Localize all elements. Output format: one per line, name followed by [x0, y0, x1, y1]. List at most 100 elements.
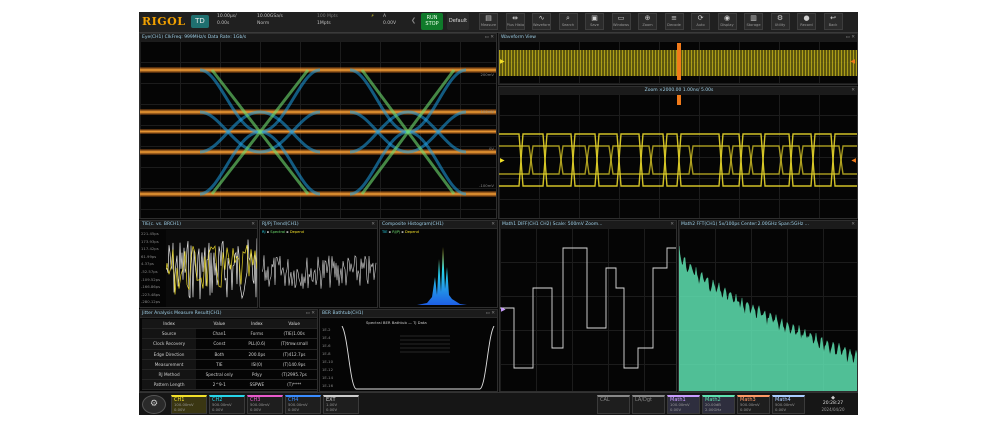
collapse-icon[interactable]: ❮ — [411, 17, 416, 24]
run-stop-button[interactable]: RUN STOP — [421, 13, 443, 30]
timebase-offset[interactable]: 0.00s — [217, 21, 229, 26]
math-math1-box[interactable]: Math1 100.00mV 0.00V — [667, 395, 700, 414]
trigger-level-icon[interactable]: ◀ — [851, 157, 856, 164]
measure-result-panel[interactable]: Jitter Analysis Measure Result(CH1) ▭ ✕ I… — [139, 309, 318, 392]
autoset-icon: ⟳ — [697, 14, 704, 22]
histo-title: Composite Histogram(CH1) ✕ — [380, 221, 497, 229]
waveform-view-panel[interactable]: Waveform View ▭ ✕ ◀ ▶ — [498, 33, 858, 85]
channel-offset: 0.00V — [250, 406, 262, 412]
tie-panel[interactable]: TIE(c. vs. BRCH1) ✕ 221.45ps 173.93ps 117.4… — [139, 220, 258, 308]
window-controls-icon[interactable]: ✕ — [851, 221, 855, 228]
tie-plot — [166, 230, 257, 307]
toolbar-button-label: Storage — [746, 23, 761, 27]
home-menu-icon[interactable]: ⚙ — [142, 395, 166, 414]
channel-ch2-box[interactable]: CH2 500.00mV 0.00V — [209, 395, 245, 414]
zoom-view-panel[interactable]: Zoom ×2000.00 1.00ns/ 5.00s ✕ ▶ ◀ — [498, 86, 858, 219]
y-axis-label: -100mV — [479, 183, 494, 188]
legend-rj: RJ — [262, 230, 266, 234]
cursor-button[interactable]: ⇹ Plus Histo — [505, 13, 525, 30]
trigger-level[interactable]: 0.00V — [383, 21, 396, 26]
toolbar-button-label: Plus Histo — [506, 23, 524, 27]
math-math3-box[interactable]: Math3 500.00mV 0.00V — [737, 395, 770, 414]
memory-points[interactable]: 1Mpts — [317, 21, 331, 26]
trigger-marker-icon[interactable]: ◀ — [850, 58, 855, 65]
math1-offset-icon[interactable]: ▶ — [501, 306, 506, 313]
math-offset: 0.00V — [740, 406, 752, 412]
window-controls-icon[interactable]: ✕ — [371, 221, 375, 228]
window-controls-icon[interactable]: ✕ — [670, 221, 674, 228]
acq-mode[interactable]: Norm — [257, 21, 269, 26]
sample-rate[interactable]: 10.00GSa/s — [257, 14, 283, 19]
math-cal-box[interactable]: CAL — [597, 395, 630, 414]
search-button[interactable]: ⌕ Search — [558, 13, 578, 30]
decode-button[interactable]: ≡ Decode — [664, 13, 684, 30]
toolbar-button-label: Auto — [696, 23, 705, 27]
autoset-button[interactable]: ⟳ Auto — [691, 13, 710, 30]
math-math4-box[interactable]: Math4 500.00mV 0.00V — [772, 395, 805, 414]
legend-tj: Tj Data — [413, 320, 427, 325]
histogram-panel[interactable]: Composite Histogram(CH1) ✕ TIE ▪ RJ/Pj ▪ … — [379, 220, 498, 308]
mode-badge[interactable]: TD — [191, 15, 209, 28]
timebase-scale[interactable]: 10.00μs/ — [217, 14, 237, 19]
window-controls-icon[interactable]: ✕ — [251, 221, 255, 228]
y-axis-label: 1E-10 — [322, 359, 334, 364]
measure-button[interactable]: ▤ Measure — [479, 13, 498, 30]
back-button[interactable]: ↩ Back — [823, 13, 843, 30]
window-controls-icon[interactable]: ▭ ✕ — [486, 310, 495, 317]
trend-panel[interactable]: RJ/Pj Trend(CH1) ✕ RJ ▪ Spectral ▪ Depend — [259, 220, 378, 308]
ber-bathtub-panel[interactable]: BER Bathtub(CH1) ▭ ✕ Spectral BER Bathtub… — [319, 309, 498, 392]
window-controls-icon[interactable]: ✕ — [491, 221, 495, 228]
y-axis-label: 1E-4 — [322, 335, 331, 340]
header-value: Value — [196, 319, 243, 330]
header-value-2: Value — [271, 319, 317, 330]
window-button[interactable]: ▭ Windows — [611, 13, 631, 30]
utility-button[interactable]: ⚙ Utility — [770, 13, 790, 30]
legend-spectral: Spectral — [270, 230, 286, 234]
toolbar-button-label: Decode — [667, 23, 681, 27]
channel-ch1-box[interactable]: CH1 100.00mV 0.00V — [171, 395, 207, 414]
math1-panel[interactable]: Math1 DIFF(CH1 CH2) Scale: 500mV Zoom...… — [499, 220, 677, 392]
zoom-button[interactable]: ⊕ Zoom — [638, 13, 657, 30]
math-math2-box[interactable]: Math2 20.00dB 2.00GHz — [702, 395, 735, 414]
math-offset: 0.00V — [775, 406, 787, 412]
trigger-edge-icon: ⚡ — [371, 14, 375, 19]
stop-label: STOP — [425, 21, 439, 27]
channel-ch4-box[interactable]: CH4 500.00mV 0.00V — [285, 395, 321, 414]
save-button[interactable]: ▣ Save — [585, 13, 604, 30]
legend-tie: TIE — [382, 230, 388, 234]
memory-depth[interactable]: 100 Mpts — [317, 14, 338, 19]
window-controls-icon[interactable]: ▭ ✕ — [485, 34, 494, 41]
zoom-window-marker[interactable] — [677, 43, 681, 80]
table-cell: Pattern Length — [142, 379, 197, 391]
oscilloscope-screen: RIGOL TD 10.00μs/ 0.00s 10.00GSa/s Norm … — [139, 12, 858, 415]
table-cell: RJ Method — [142, 369, 197, 381]
table-cell: Measurement — [142, 359, 197, 370]
clock: ◆ 20:28:27 2024/04/20 — [811, 395, 855, 414]
record-button[interactable]: ● Record — [797, 13, 816, 30]
storage-button[interactable]: ▥ Storage — [744, 13, 763, 30]
measure-table-header: Index Value Index Value — [142, 319, 317, 330]
eye-diagram-panel[interactable]: Eye(CH1) ClkFreq: 999MHz/s Data Rate: 1G… — [139, 33, 497, 219]
waveform-button[interactable]: ∿ Waveform — [532, 13, 551, 30]
channel-ch3-box[interactable]: CH3 500.00mV 0.00V — [247, 395, 283, 414]
y-axis-label: -280.12ps — [141, 299, 161, 305]
channel-ext-box[interactable]: EXT 1.00V 0.00V — [323, 395, 359, 414]
window-controls-icon[interactable]: ✕ — [851, 87, 855, 94]
ch1-marker-icon[interactable]: ▶ — [500, 58, 505, 65]
window-controls-icon[interactable]: ▭ ✕ — [846, 34, 855, 41]
ch1-level-icon[interactable]: ▶ — [500, 157, 505, 164]
table-cell: PLL(0.6) — [242, 338, 272, 350]
y-axis-label: 1E-14 — [322, 375, 334, 380]
default-button[interactable]: Default — [447, 13, 469, 30]
eye-level-band — [140, 129, 496, 134]
top-toolbar: RIGOL TD 10.00μs/ 0.00s 10.00GSa/s Norm … — [139, 12, 858, 33]
trigger-position-marker[interactable] — [677, 95, 681, 105]
fft-panel[interactable]: Math2 FFT(CH1) 5x/100ps Center:2.00GHz S… — [678, 220, 858, 392]
trend-title: RJ/Pj Trend(CH1) ✕ — [260, 221, 377, 229]
trigger-channel[interactable]: A — [383, 14, 386, 19]
math-la-dgt-box[interactable]: LA/Dgt — [632, 395, 665, 414]
tie-title: TIE(c. vs. BRCH1) ✕ — [140, 221, 257, 229]
display-button[interactable]: ◉ Display — [717, 13, 737, 30]
window-controls-icon[interactable]: ▭ ✕ — [306, 310, 315, 317]
table-cell: (T)tmw.small — [271, 338, 317, 350]
